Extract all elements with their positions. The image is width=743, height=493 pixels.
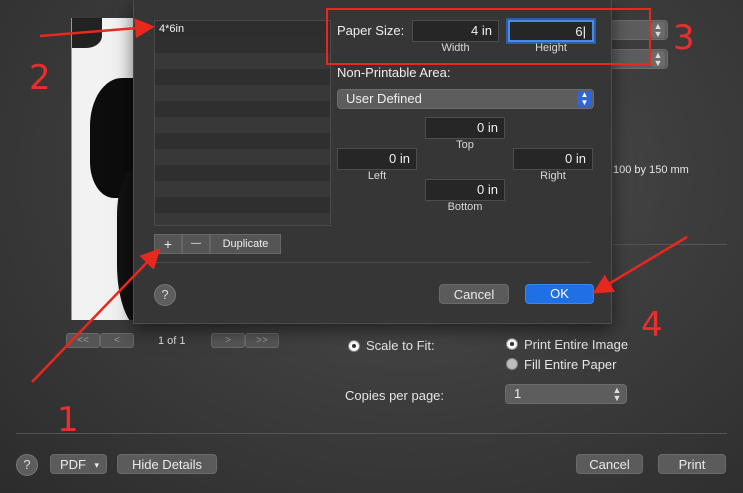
arrow-to-add-button [31, 248, 161, 383]
arrow-to-ok-button [592, 235, 688, 294]
arrow-to-size-list [39, 18, 155, 39]
annotation-arrows [31, 18, 688, 383]
